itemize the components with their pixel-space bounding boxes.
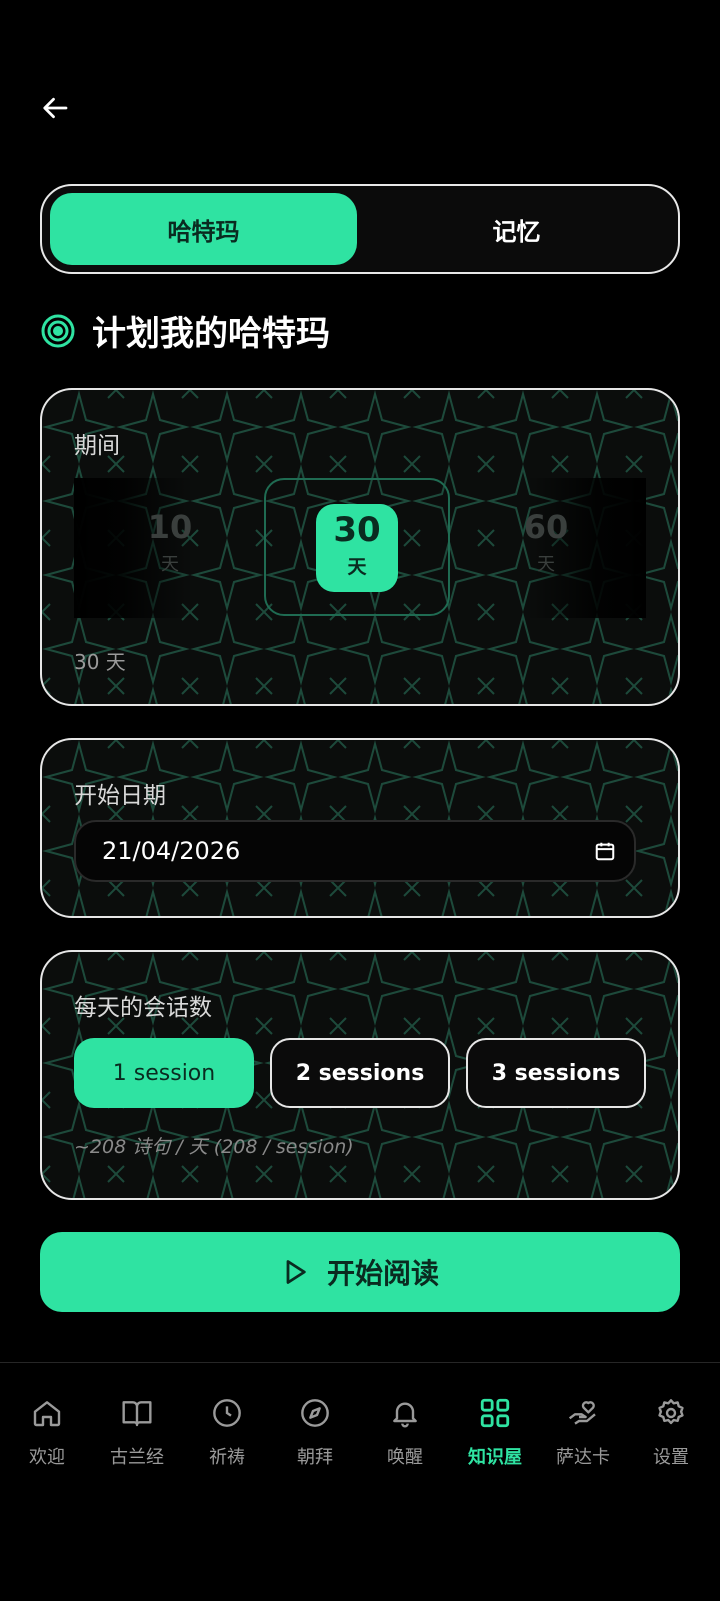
start-reading-button[interactable]: 开始阅读	[40, 1232, 680, 1312]
duration-summary: 30 天	[74, 650, 126, 674]
clock-icon	[213, 1399, 241, 1427]
start-date-card: 开始日期 21/04/2026	[40, 738, 680, 918]
nav-item-sadaqa[interactable]: 萨达卡	[538, 1393, 628, 1469]
tab-memorize[interactable]: 记忆	[363, 193, 670, 265]
start-reading-label: 开始阅读	[326, 1257, 439, 1290]
duration-option-30-selected[interactable]: 30 天	[316, 504, 398, 592]
verses-per-day-hint: ~208 诗句 / 天 (208 / session)	[74, 1136, 354, 1158]
bottom-nav: 欢迎 古兰经 祈祷 朝拜 唤醒 知识屋 萨达卡 设置	[0, 1362, 720, 1601]
duration-picker[interactable]: 10 天 30 天 60 天	[74, 478, 646, 618]
sessions-card: 每天的会话数 1 session 2 sessions 3 sessions ~…	[40, 950, 680, 1200]
nav-item-settings[interactable]: 设置	[626, 1393, 716, 1469]
bell-icon	[393, 1402, 417, 1428]
start-date-field[interactable]: 21/04/2026	[74, 820, 636, 882]
session-option-1[interactable]: 1 session	[74, 1038, 254, 1108]
nav-item-knowledge[interactable]: 知识屋	[450, 1393, 540, 1469]
nav-item-quran[interactable]: 古兰经	[92, 1393, 182, 1469]
target-icon	[41, 314, 75, 347]
book-icon	[122, 1401, 152, 1427]
gear-icon	[658, 1399, 684, 1425]
nav-item-qibla[interactable]: 朝拜	[270, 1393, 360, 1469]
back-button[interactable]	[36, 88, 76, 128]
sessions-label: 每天的会话数	[74, 995, 212, 1021]
duration-label: 期间	[74, 433, 120, 459]
nav-item-welcome[interactable]: 欢迎	[2, 1393, 92, 1469]
duration-card: 期间 10 天 30 天 60 天 30 天	[40, 388, 680, 706]
arrow-left-icon	[43, 97, 68, 119]
sessions-options: 1 session 2 sessions 3 sessions	[74, 1038, 646, 1108]
calendar-icon[interactable]	[594, 840, 616, 862]
nav-item-prayer[interactable]: 祈祷	[182, 1393, 272, 1469]
compass-icon	[301, 1399, 329, 1427]
duration-option-10[interactable]: 10 天	[110, 508, 230, 576]
tab-hatma[interactable]: 哈特玛	[50, 193, 357, 265]
duration-option-60[interactable]: 60 天	[486, 508, 606, 576]
home-icon	[33, 1401, 61, 1427]
title-row: 计划我的哈特玛	[40, 306, 330, 355]
session-option-3[interactable]: 3 sessions	[466, 1038, 646, 1108]
start-date-label: 开始日期	[74, 783, 166, 809]
play-icon	[286, 1260, 306, 1284]
nav-item-alarm[interactable]: 唤醒	[360, 1393, 450, 1469]
start-date-value: 21/04/2026	[102, 837, 241, 865]
hand-heart-icon	[568, 1401, 596, 1425]
session-option-2[interactable]: 2 sessions	[270, 1038, 450, 1108]
page-title: 计划我的哈特玛	[92, 314, 330, 354]
mode-toggle: 哈特玛 记忆	[40, 184, 680, 274]
grid-icon	[480, 1398, 510, 1428]
